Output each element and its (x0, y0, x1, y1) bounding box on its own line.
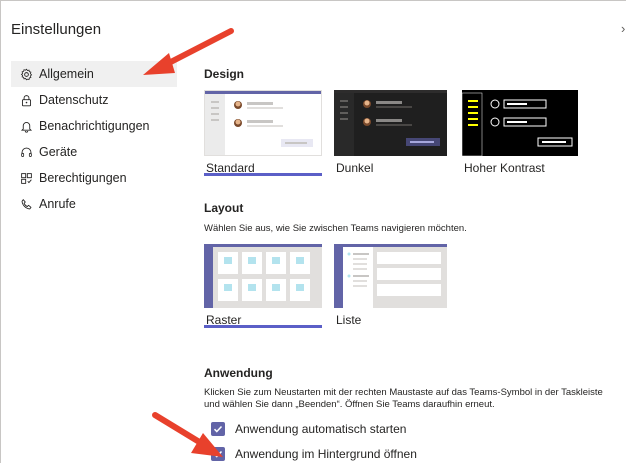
layout-label: Raster (204, 308, 322, 328)
layout-raster[interactable]: Raster (204, 244, 322, 328)
checkbox-background[interactable]: Anwendung im Hintergrund öffnen (211, 447, 417, 461)
dialog-title: Einstellungen (11, 21, 102, 38)
layout-description: Wählen Sie aus, wie Sie zwischen Teams n… (204, 223, 467, 234)
theme-dunkel-preview (334, 90, 447, 156)
phone-icon (19, 197, 33, 211)
theme-dunkel[interactable]: Dunkel (334, 90, 447, 176)
headset-icon (19, 145, 33, 159)
sidebar-item-label: Datenschutz (39, 93, 109, 107)
layout-liste[interactable]: Liste (334, 244, 447, 328)
app-description: Klicken Sie zum Neustarten mit der recht… (204, 387, 603, 410)
checkbox-label: Anwendung im Hintergrund öffnen (235, 447, 417, 461)
theme-standard-preview (204, 90, 322, 156)
bell-icon (19, 119, 33, 133)
sidebar-item-label: Berechtigungen (39, 171, 127, 185)
close-icon[interactable]: › (621, 21, 625, 36)
settings-dialog: Einstellungen › Allgemein Datenschutz Be… (0, 0, 626, 463)
sidebar-item-label: Anrufe (39, 197, 76, 211)
settings-sidebar: Allgemein Datenschutz Benachrichtigungen… (11, 61, 177, 217)
theme-label: Dunkel (336, 161, 374, 175)
layout-label: Liste (336, 313, 362, 327)
theme-label: Hoher Kontrast (464, 161, 545, 175)
theme-hoher-kontrast[interactable]: Hoher Kontrast (462, 90, 578, 176)
annotation-arrow-icon (143, 28, 234, 75)
layout-raster-preview (204, 244, 322, 308)
permissions-icon (19, 171, 33, 185)
layout-liste-preview (334, 244, 447, 308)
sidebar-item-label: Geräte (39, 145, 78, 159)
checkbox-autostart[interactable]: Anwendung automatisch starten (211, 422, 406, 436)
annotation-arrow-icon (152, 412, 223, 457)
sidebar-item-label: Allgemein (39, 67, 94, 81)
sidebar-item-label: Benachrichtigungen (39, 119, 150, 133)
sidebar-item-benachrichtigungen[interactable]: Benachrichtigungen (11, 113, 177, 139)
checkbox-label: Anwendung automatisch starten (235, 422, 407, 436)
theme-standard[interactable]: Standard (204, 90, 322, 176)
layout-heading: Layout (204, 201, 244, 215)
sidebar-item-datenschutz[interactable]: Datenschutz (11, 87, 177, 113)
sidebar-item-berechtigungen[interactable]: Berechtigungen (11, 165, 177, 191)
sidebar-item-geraete[interactable]: Geräte (11, 139, 177, 165)
lock-icon (19, 93, 33, 107)
app-heading: Anwendung (204, 366, 273, 380)
theme-hoher-kontrast-preview (462, 90, 578, 156)
sidebar-item-anrufe[interactable]: Anrufe (11, 191, 177, 217)
gear-icon (19, 67, 33, 81)
theme-label: Standard (204, 156, 322, 176)
